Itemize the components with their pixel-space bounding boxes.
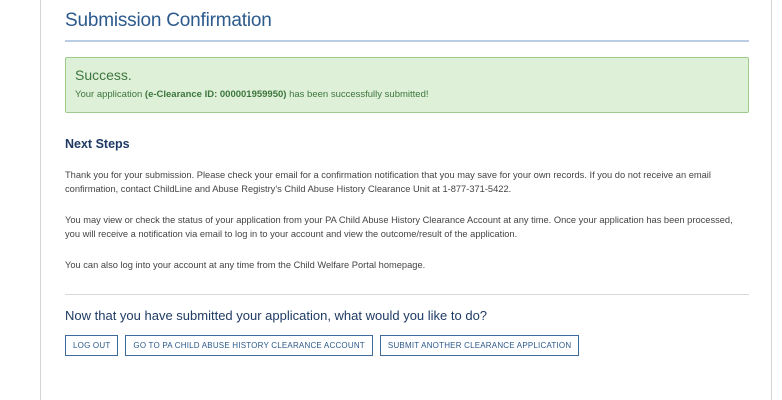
next-steps-paragraph: Thank you for your submission. Please ch…	[65, 170, 711, 194]
go-to-account-button[interactable]: GO TO PA CHILD ABUSE HISTORY CLEARANCE A…	[125, 335, 373, 356]
next-steps-heading: Next Steps	[65, 137, 130, 151]
submit-another-application-button[interactable]: SUBMIT ANOTHER CLEARANCE APPLICATION	[379, 335, 580, 356]
page: Submission Confirmation Success. Your ap…	[0, 0, 782, 400]
action-buttons: LOG OUT GO TO PA CHILD ABUSE HISTORY CLE…	[65, 335, 749, 356]
success-message-suffix: has been successfully submitted!	[286, 89, 429, 100]
page-title: Submission Confirmation	[65, 10, 272, 31]
section-divider	[65, 294, 749, 295]
log-out-button[interactable]: LOG OUT	[65, 335, 119, 356]
actions-question: Now that you have submitted your applica…	[65, 308, 488, 323]
content-frame: Submission Confirmation Success. Your ap…	[40, 0, 772, 400]
clearance-id: (e-Clearance ID: 000001959950)	[144, 89, 287, 100]
success-message-prefix: Your application	[75, 89, 145, 100]
next-steps-paragraph: You can also log into your account at an…	[65, 260, 426, 270]
success-heading: Success.	[75, 67, 132, 83]
success-alert: Success. Your application (e-Clearance I…	[65, 57, 749, 113]
next-steps-paragraph: You may view or check the status of your…	[65, 215, 733, 239]
main-content: Submission Confirmation Success. Your ap…	[65, 0, 749, 356]
success-message: Your application (e-Clearance ID: 000001…	[75, 88, 739, 102]
title-divider	[65, 40, 749, 42]
